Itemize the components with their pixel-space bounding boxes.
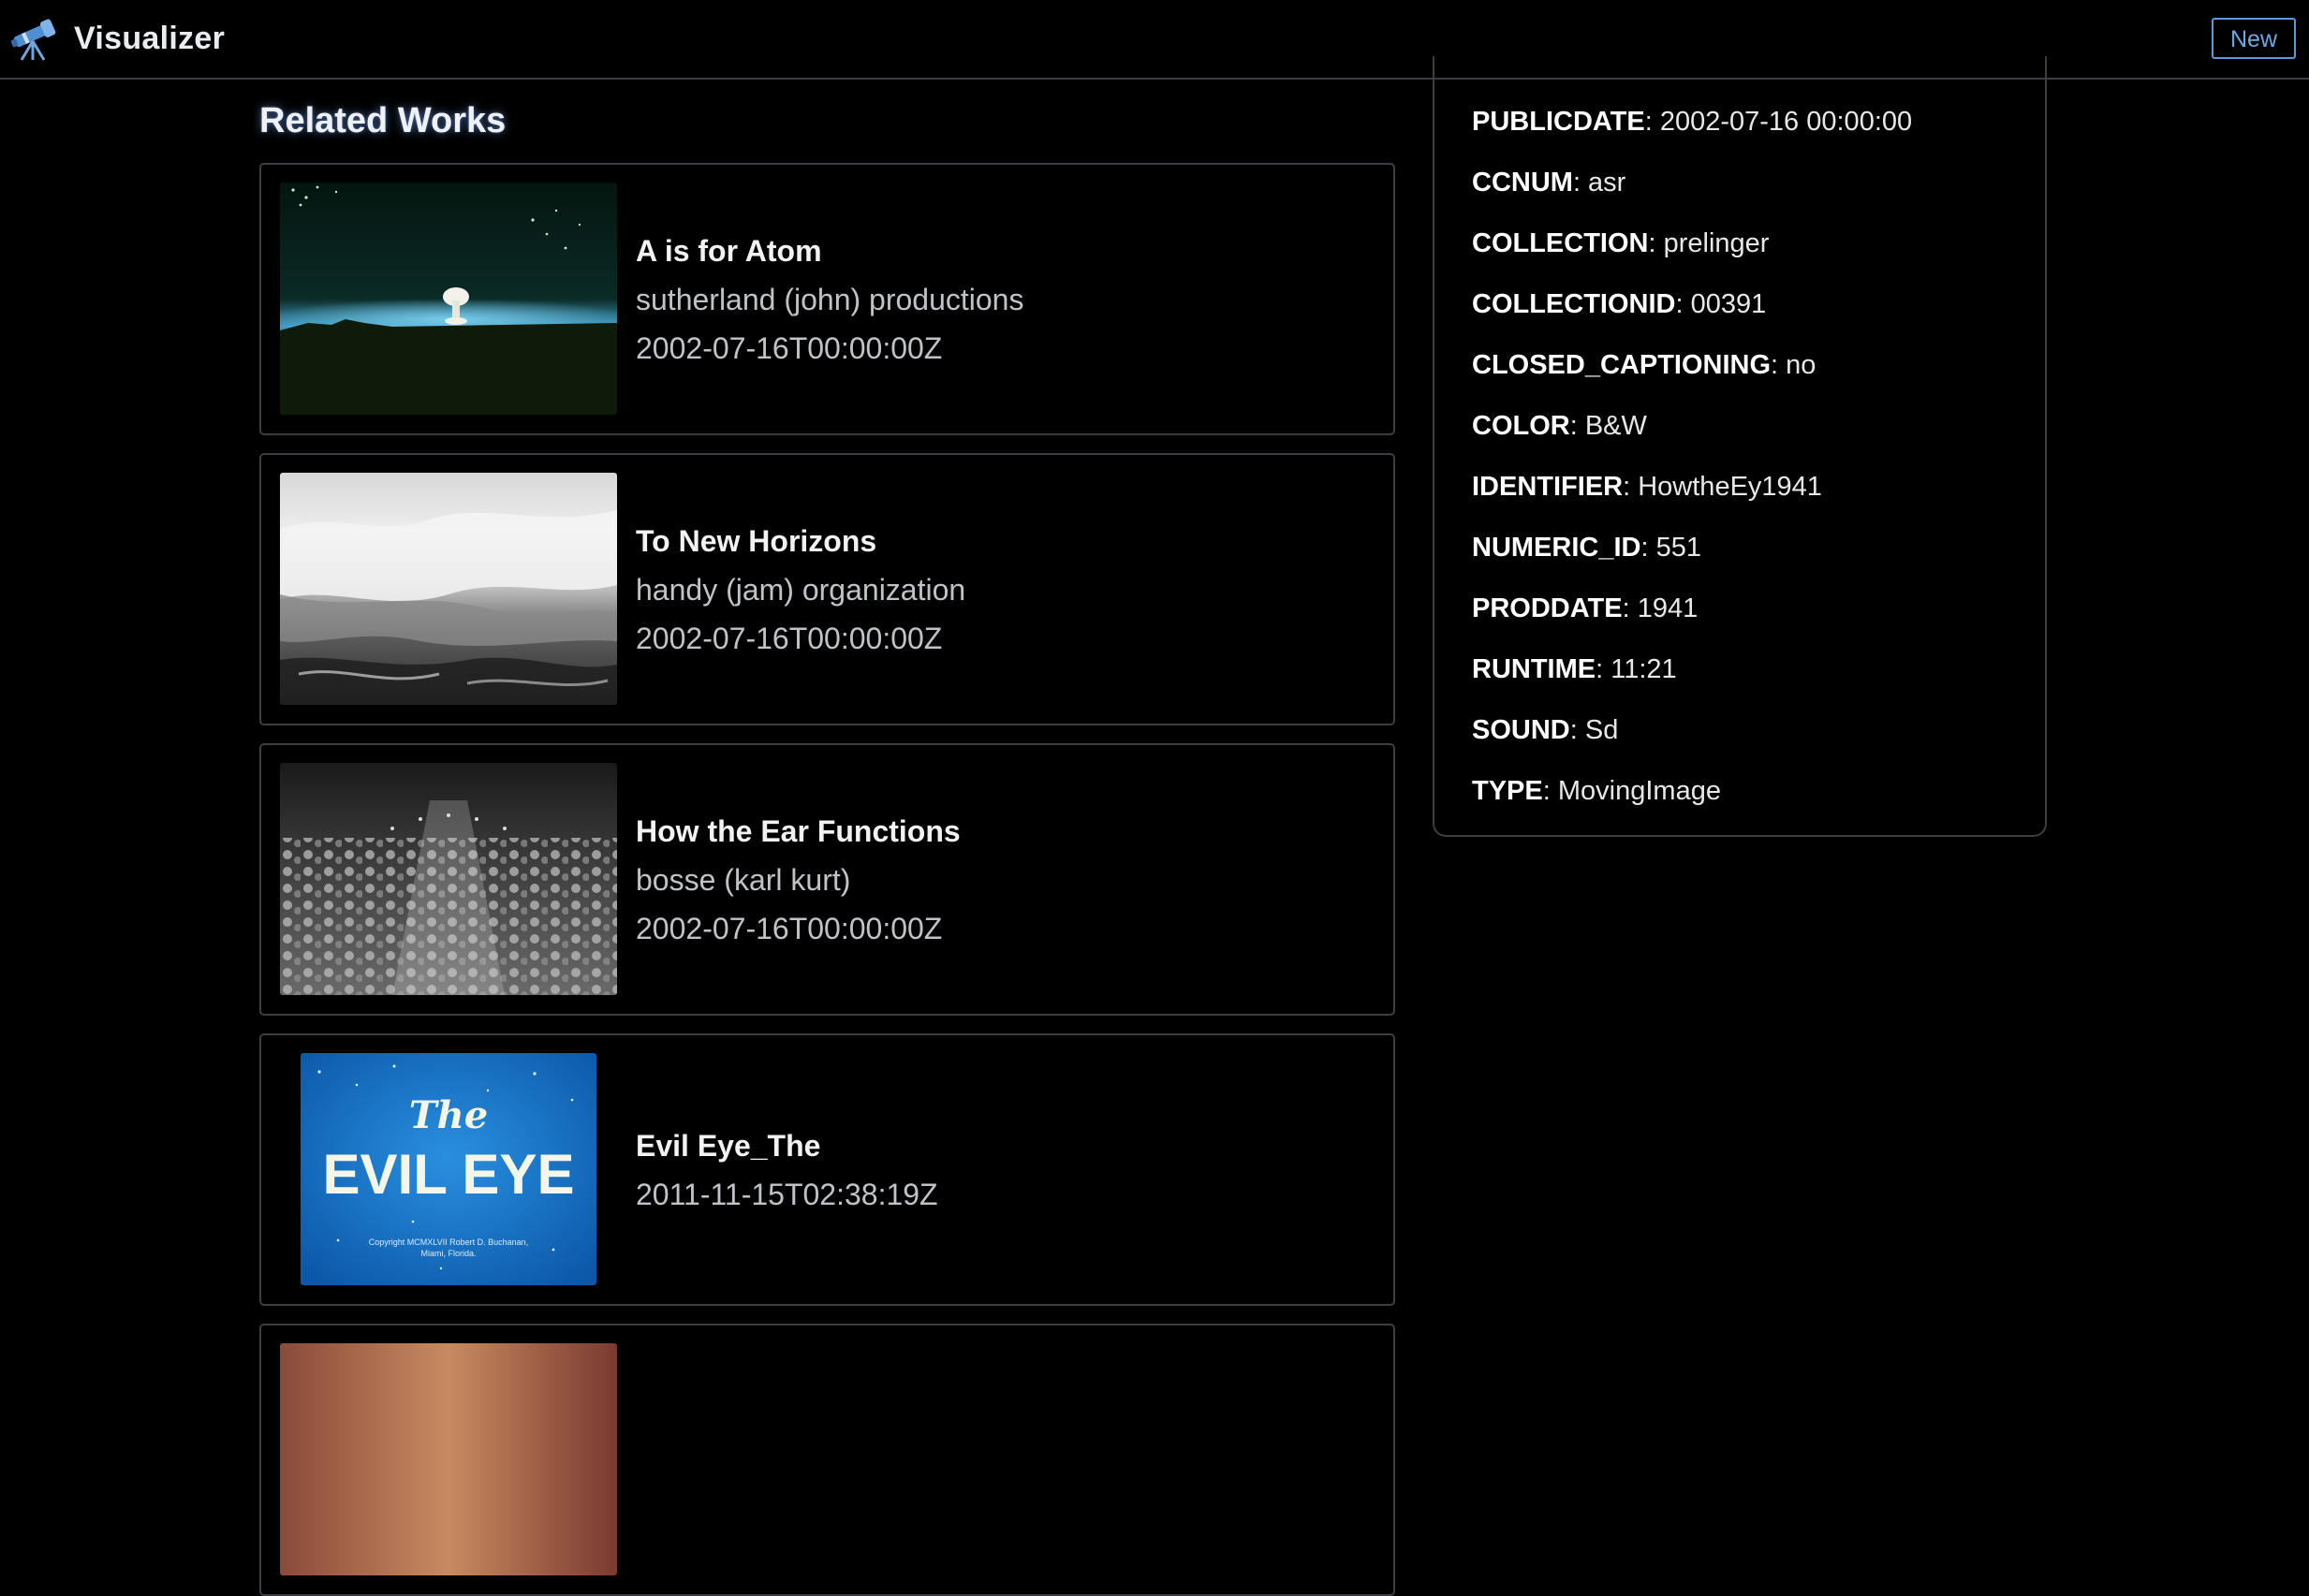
related-work-card[interactable]: The EVIL EYE Copyright MCMXLVII Robert D… — [259, 1033, 1395, 1306]
metadata-row-sound: SOUND: Sd — [1472, 711, 1618, 749]
related-work-meta: To New Horizons handy (jam) organization… — [636, 455, 965, 724]
metadata-value: : MovingImage — [1542, 776, 1721, 806]
work-date: 2002-07-16T00:00:00Z — [636, 621, 943, 655]
metadata-row-publicdate: PUBLICDATE: 2002-07-16 00:00:00 — [1472, 103, 1912, 140]
metadata-key: COLOR — [1472, 411, 1570, 441]
work-title[interactable]: How the Ear Functions — [636, 807, 961, 856]
ocean-waves-thumbnail[interactable] — [280, 473, 617, 705]
metadata-row-runtime: RUNTIME: 11:21 — [1472, 651, 1677, 688]
work-date: 2002-07-16T00:00:00Z — [636, 911, 943, 945]
metadata-row-numeric-id: NUMERIC_ID: 551 — [1472, 529, 1701, 566]
metadata-key: CLOSED_CAPTIONING — [1472, 350, 1772, 380]
metadata-row-ccnum: CCNUM: asr — [1472, 164, 1625, 201]
metadata-value: : B&W — [1569, 411, 1647, 441]
metadata-row-collection: COLLECTION: prelinger — [1472, 225, 1769, 262]
related-work-meta: How the Ear Functions bosse (karl kurt) … — [636, 745, 961, 1014]
metadata-row-color: COLOR: B&W — [1472, 407, 1647, 445]
thumb-copyright-line: Miami, Florida. — [420, 1249, 476, 1258]
related-work-card[interactable]: To New Horizons handy (jam) organization… — [259, 453, 1395, 725]
related-work-card[interactable] — [259, 1324, 1395, 1596]
work-title[interactable]: A is for Atom — [636, 227, 1023, 275]
work-creator: bosse (karl kurt) — [636, 862, 851, 897]
thumb-title-big: EVIL EYE — [322, 1143, 574, 1206]
metadata-value: : no — [1771, 350, 1816, 380]
metadata-value: : Sd — [1569, 715, 1619, 745]
work-creator: handy (jam) organization — [636, 572, 966, 607]
metadata-key: RUNTIME — [1472, 654, 1596, 684]
metadata-row-type: TYPE: MovingImage — [1472, 772, 1721, 810]
video-thumbnail[interactable] — [280, 1343, 617, 1575]
metadata-panel: PUBLICDATE: 2002-07-16 00:00:00 CCNUM: a… — [1433, 56, 2047, 837]
work-creator: sutherland (john) productions — [636, 282, 1024, 316]
related-work-card[interactable]: A is for Atom sutherland (john) producti… — [259, 163, 1395, 435]
audience-crowd-thumbnail[interactable] — [280, 763, 617, 995]
metadata-key: TYPE — [1472, 776, 1543, 806]
metadata-value: : 11:21 — [1596, 654, 1677, 684]
metadata-key: CCNUM — [1472, 168, 1573, 198]
metadata-key: PUBLICDATE — [1472, 107, 1645, 137]
metadata-key: PRODDATE — [1472, 593, 1623, 623]
metadata-row-identifier: IDENTIFIER: HowtheEy1941 — [1472, 468, 1822, 505]
work-date: 2011-11-15T02:38:19Z — [636, 1177, 938, 1211]
metadata-key: NUMERIC_ID — [1472, 533, 1641, 563]
metadata-key: COLLECTION — [1472, 228, 1649, 258]
metadata-value: : prelinger — [1648, 228, 1770, 258]
metadata-value: : asr — [1572, 168, 1626, 198]
metadata-key: IDENTIFIER — [1472, 472, 1624, 502]
work-date: 2002-07-16T00:00:00Z — [636, 330, 943, 365]
metadata-value: : 551 — [1640, 533, 1701, 563]
related-work-meta: Evil Eye_The 2011-11-15T02:38:19Z — [636, 1035, 938, 1304]
metadata-row-closed-captioning: CLOSED_CAPTIONING: no — [1472, 346, 1816, 384]
metadata-key: COLLECTIONID — [1472, 289, 1676, 319]
related-work-meta: A is for Atom sutherland (john) producti… — [636, 165, 1023, 433]
work-title[interactable]: To New Horizons — [636, 517, 965, 565]
metadata-value: : 2002-07-16 00:00:00 — [1644, 107, 1913, 137]
thumb-copyright-line: Copyright MCMXLVII Robert D. Buchanan, — [369, 1237, 528, 1247]
evil-eye-title-card-thumbnail[interactable]: The EVIL EYE Copyright MCMXLVII Robert D… — [301, 1053, 596, 1285]
metadata-value: : 00391 — [1675, 289, 1767, 319]
metadata-value: : 1941 — [1622, 593, 1699, 623]
metadata-row-proddate: PRODDATE: 1941 — [1472, 590, 1698, 627]
related-works-heading: Related Works — [259, 101, 507, 140]
metadata-row-collectionid: COLLECTIONID: 00391 — [1472, 286, 1766, 323]
atom-explosion-thumbnail[interactable] — [280, 183, 617, 415]
telescope-icon[interactable] — [8, 15, 59, 62]
new-button[interactable]: New — [2212, 18, 2296, 59]
thumb-title-small: The — [409, 1093, 488, 1137]
related-work-card[interactable]: How the Ear Functions bosse (karl kurt) … — [259, 743, 1395, 1016]
metadata-value: : HowtheEy1941 — [1623, 472, 1822, 502]
work-title[interactable]: Evil Eye_The — [636, 1121, 938, 1170]
metadata-key: SOUND — [1472, 715, 1570, 745]
app-title[interactable]: Visualizer — [74, 17, 225, 60]
